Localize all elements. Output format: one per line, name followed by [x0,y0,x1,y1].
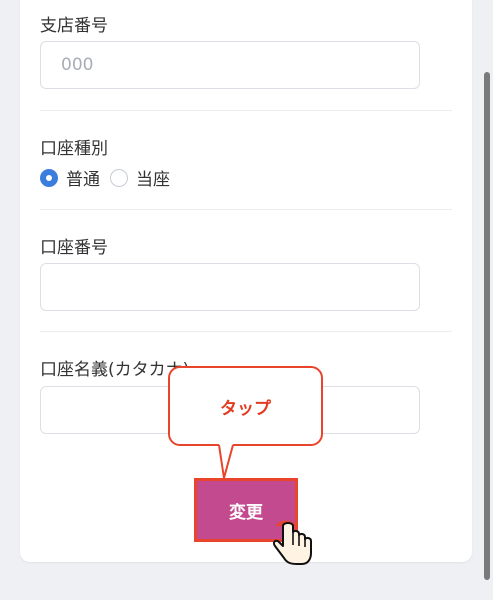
radio-touza[interactable] [110,168,128,187]
tap-callout: タップ [168,366,323,446]
radio-touza-label[interactable]: 当座 [136,165,170,190]
scrollbar[interactable] [484,72,490,580]
radio-futsu-label[interactable]: 普通 [66,165,100,190]
hand-tap-icon [272,520,312,565]
account-number-input[interactable] [40,263,420,311]
radio-futsu[interactable] [40,168,58,187]
change-button-label: 変更 [229,502,263,523]
account-type-label: 口座種別 [40,139,108,159]
divider [40,209,452,210]
branch-number-label: 支店番号 [40,16,108,36]
divider [40,331,452,332]
tap-callout-text: タップ [220,399,271,419]
account-type-radio-group: 普通 当座 [40,165,180,190]
account-number-label: 口座番号 [40,238,108,258]
divider [40,110,452,111]
branch-number-input[interactable] [40,41,420,89]
account-holder-label: 口座名義(カタカナ) [40,360,190,380]
